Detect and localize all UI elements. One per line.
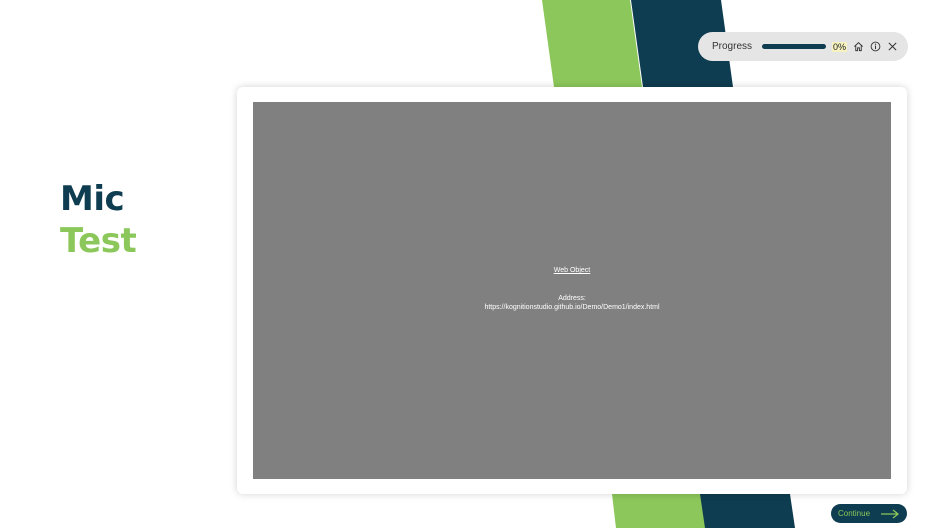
- continue-button[interactable]: Continue: [831, 504, 907, 523]
- progress-label: Progress: [712, 41, 753, 52]
- continue-button-label: Continue: [838, 509, 871, 518]
- decorative-stripe-green-top: [542, 0, 642, 87]
- web-object-placeholder[interactable]: Web Object Address: https://kognitionstu…: [253, 102, 891, 479]
- home-icon[interactable]: [852, 41, 864, 53]
- progress-toolbar: Progress 0%: [698, 32, 908, 61]
- slide-title: Mic Test: [60, 178, 137, 262]
- progress-percent: 0%: [832, 41, 848, 52]
- close-icon[interactable]: [886, 41, 898, 53]
- decorative-stripe-navy-bottom: [700, 494, 795, 528]
- progress-bar: [762, 44, 826, 49]
- web-object-title: Web Object: [553, 267, 591, 274]
- arrow-right-icon: [880, 508, 900, 519]
- web-object-address-label: Address:: [558, 295, 586, 302]
- slide-title-line1: Mic: [60, 179, 125, 219]
- info-icon[interactable]: [869, 41, 881, 53]
- decorative-stripe-green-bottom: [612, 494, 708, 528]
- slide-title-line2: Test: [60, 221, 137, 261]
- web-object-address: https://kognitionstudio.github.io/Demo/D…: [484, 304, 660, 311]
- content-card: Web Object Address: https://kognitionstu…: [237, 87, 907, 494]
